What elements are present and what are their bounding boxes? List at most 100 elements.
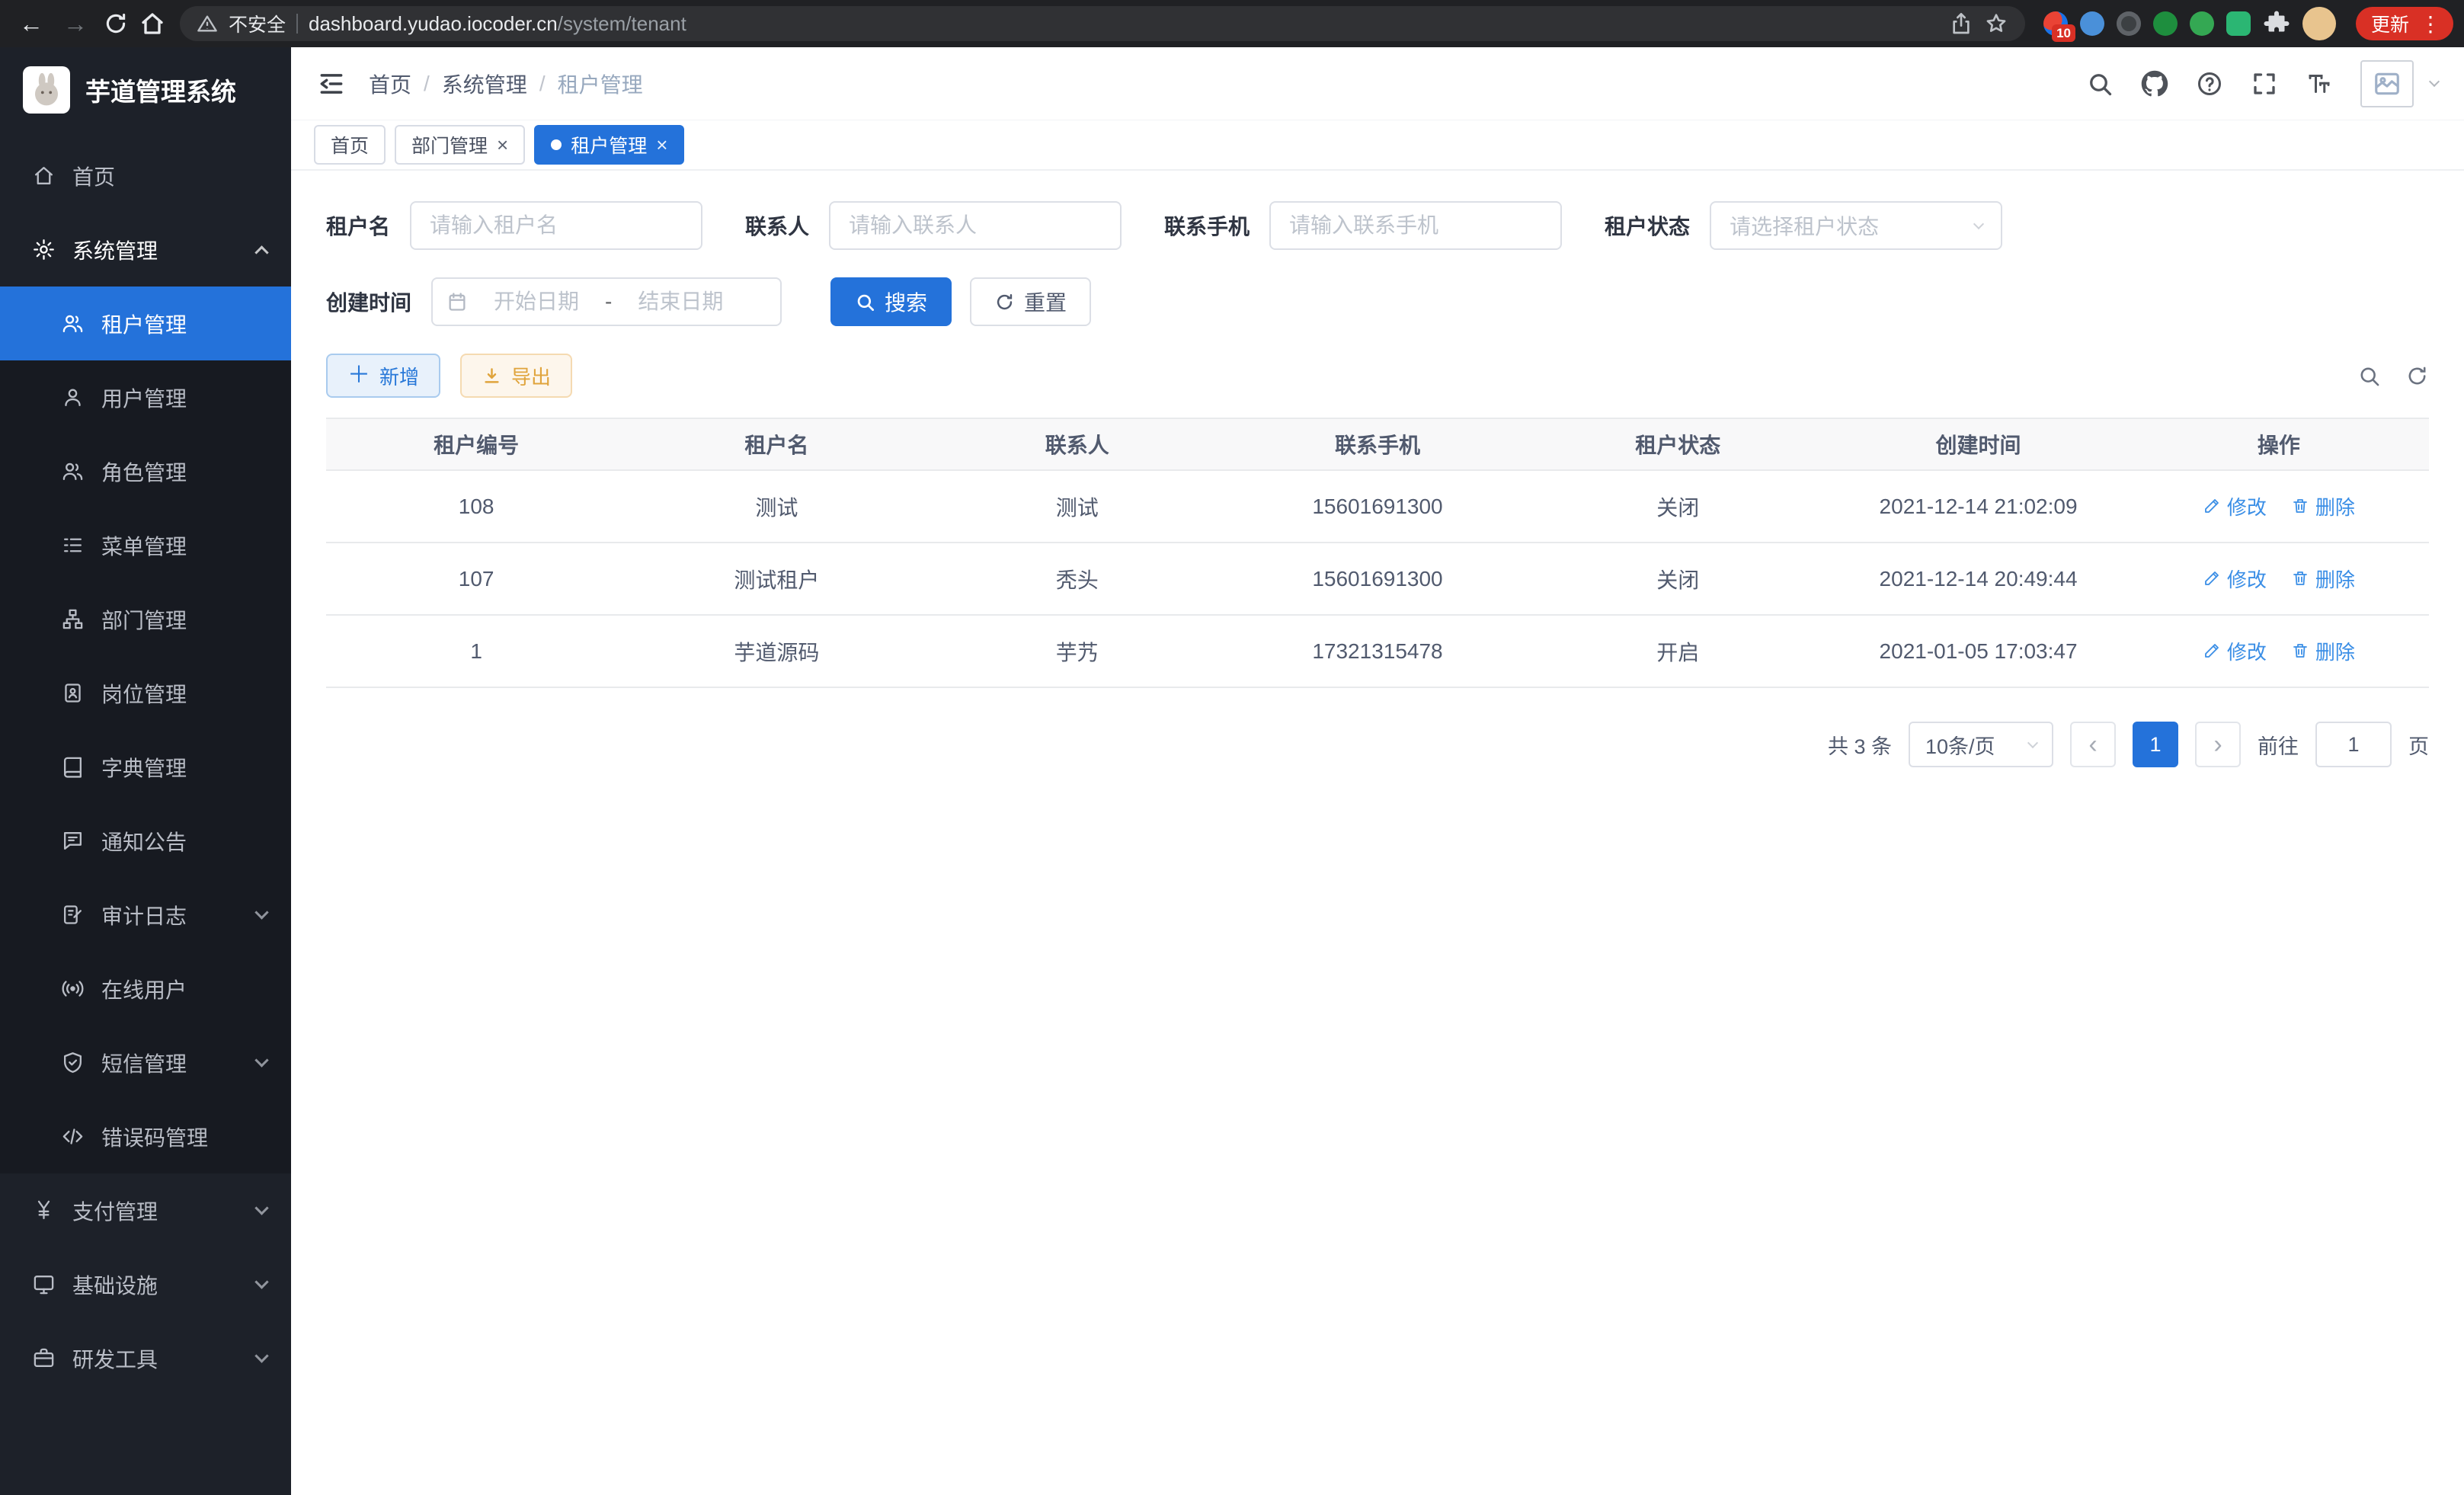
sidebar-item-post-management[interactable]: 岗位管理 (0, 656, 291, 730)
tab-dept-management[interactable]: 部门管理× (395, 125, 525, 165)
filter-row-1: 租户名 联系人 联系手机 租户状态 请选择租户状态 (326, 201, 2429, 250)
github-icon[interactable] (2141, 70, 2168, 98)
delete-link[interactable]: 删除 (2291, 492, 2355, 520)
date-range-picker[interactable]: - (431, 277, 782, 326)
sidebar-item-menu-management[interactable]: 菜单管理 (0, 508, 291, 582)
contact-label: 联系人 (745, 210, 809, 241)
search-button[interactable]: 搜索 (830, 277, 952, 326)
update-button[interactable]: 更新 ⋮ (2356, 7, 2453, 40)
sidebar-item-user-management[interactable]: 用户管理 (0, 360, 291, 434)
goto-label: 前往 (2258, 730, 2299, 760)
breadcrumb-item[interactable]: 首页 (369, 69, 411, 99)
extension-icon-1[interactable]: 10 (2043, 11, 2068, 36)
sidebar-item-notice-management[interactable]: 通知公告 (0, 804, 291, 878)
font-size-icon[interactable] (2306, 70, 2333, 98)
sidebar-item-system-management[interactable]: 系统管理 (0, 213, 291, 287)
cell-actions: 修改删除 (2129, 470, 2429, 543)
sidebar-item-audit-log[interactable]: 审计日志 (0, 878, 291, 952)
goto-page-input[interactable] (2315, 722, 2392, 767)
sidebar-item-infrastructure[interactable]: 基础设施 (0, 1247, 291, 1321)
user-menu-caret-icon[interactable] (2429, 75, 2440, 86)
breadcrumb-separator: / (539, 72, 546, 96)
app-logo[interactable]: 芋道管理系统 (0, 47, 291, 133)
phone-input[interactable] (1269, 201, 1562, 250)
close-tab-icon[interactable]: × (656, 133, 667, 157)
cell-name: 测试租户 (626, 543, 926, 615)
back-icon[interactable]: ← (11, 5, 52, 42)
edit-icon (2203, 497, 2221, 515)
extension-icon-4[interactable] (2153, 11, 2178, 36)
user-avatar[interactable] (2360, 60, 2414, 107)
column-header: 联系人 (927, 418, 1227, 470)
browser-menu-icon[interactable]: ⋮ (2415, 11, 2446, 37)
refresh-table-icon[interactable] (2405, 364, 2429, 388)
menu-item-label: 系统管理 (72, 235, 240, 265)
export-button[interactable]: 导出 (460, 354, 572, 398)
extension-icon-5[interactable] (2190, 11, 2214, 36)
edit-link[interactable]: 修改 (2203, 637, 2267, 665)
sidebar-item-error-code-management[interactable]: 错误码管理 (0, 1100, 291, 1173)
contact-input[interactable] (829, 201, 1122, 250)
edit-link[interactable]: 修改 (2203, 492, 2267, 520)
delete-icon (2291, 642, 2309, 660)
delete-link[interactable]: 删除 (2291, 637, 2355, 665)
extensions-area: 10 (2036, 7, 2344, 40)
extension-badge: 10 (2052, 24, 2075, 42)
page-1-button[interactable]: 1 (2133, 722, 2178, 767)
delete-link[interactable]: 删除 (2291, 565, 2355, 593)
status-select[interactable]: 请选择租户状态 (1710, 201, 2002, 250)
next-page-button[interactable]: › (2195, 722, 2241, 767)
tenant-name-label: 租户名 (326, 210, 390, 241)
badge-icon (61, 681, 85, 705)
breadcrumb-item[interactable]: 系统管理 (442, 69, 527, 99)
sidebar-item-payment-management[interactable]: 支付管理 (0, 1173, 291, 1247)
logo-rabbit-icon (23, 66, 70, 114)
sidebar-item-online-users[interactable]: 在线用户 (0, 952, 291, 1026)
sidebar-item-home[interactable]: 首页 (0, 139, 291, 213)
home-icon (32, 164, 56, 187)
add-button[interactable]: ＋ 新增 (326, 354, 440, 398)
search-icon[interactable] (2086, 70, 2114, 98)
help-icon[interactable] (2196, 70, 2223, 98)
start-date-input[interactable] (475, 290, 597, 314)
cell-status: 关闭 (1528, 543, 1828, 615)
menu-item-label: 研发工具 (72, 1343, 240, 1374)
prev-page-button[interactable]: ‹ (2070, 722, 2116, 767)
sidebar-item-tenant-management[interactable]: 租户管理 (0, 287, 291, 360)
sidebar-item-sms-management[interactable]: 短信管理 (0, 1026, 291, 1100)
sidebar-item-dict-management[interactable]: 字典管理 (0, 730, 291, 804)
reset-button[interactable]: 重置 (970, 277, 1091, 326)
tenant-name-input[interactable] (410, 201, 702, 250)
submenu-system-management: 租户管理用户管理角色管理菜单管理部门管理岗位管理字典管理通知公告审计日志在线用户… (0, 287, 291, 1173)
yen-icon (32, 1199, 56, 1222)
tab-home[interactable]: 首页 (314, 125, 386, 165)
share-icon[interactable] (1949, 11, 1973, 36)
extension-icon-6[interactable] (2226, 11, 2251, 36)
close-tab-icon[interactable]: × (497, 133, 508, 157)
download-icon (482, 366, 502, 386)
browser-profile-avatar[interactable] (2302, 7, 2336, 40)
tree-icon (61, 607, 85, 631)
edit-label: 修改 (2227, 492, 2267, 520)
sidebar-item-role-management[interactable]: 角色管理 (0, 434, 291, 508)
sidebar-item-dept-management[interactable]: 部门管理 (0, 582, 291, 656)
bookmark-star-icon[interactable] (1984, 11, 2008, 36)
tab-tenant-management[interactable]: 租户管理× (534, 125, 684, 165)
url-bar[interactable]: 不安全 dashboard.yudao.iocoder.cn/system/te… (180, 6, 2025, 41)
forward-icon[interactable]: → (55, 5, 96, 42)
edit-link[interactable]: 修改 (2203, 565, 2267, 593)
reload-icon[interactable] (99, 11, 133, 37)
sidebar-fold-icon[interactable] (317, 69, 346, 98)
extension-icon-3[interactable] (2117, 11, 2141, 36)
zoom-search-icon[interactable] (2357, 364, 2381, 388)
sidebar-item-dev-tools[interactable]: 研发工具 (0, 1321, 291, 1395)
page-content: 租户名 联系人 联系手机 租户状态 请选择租户状态 (291, 171, 2464, 1495)
fullscreen-icon[interactable] (2251, 70, 2278, 98)
browser-home-icon[interactable] (136, 10, 169, 37)
filter-row-2: 创建时间 - 搜索 重置 (326, 277, 2429, 326)
page-size-select[interactable]: 10条/页 (1909, 722, 2053, 767)
extension-icon-2[interactable] (2080, 11, 2104, 36)
extensions-puzzle-icon[interactable] (2263, 10, 2290, 37)
end-date-input[interactable] (619, 290, 741, 314)
url-text: dashboard.yudao.iocoder.cn/system/tenant (309, 12, 686, 36)
